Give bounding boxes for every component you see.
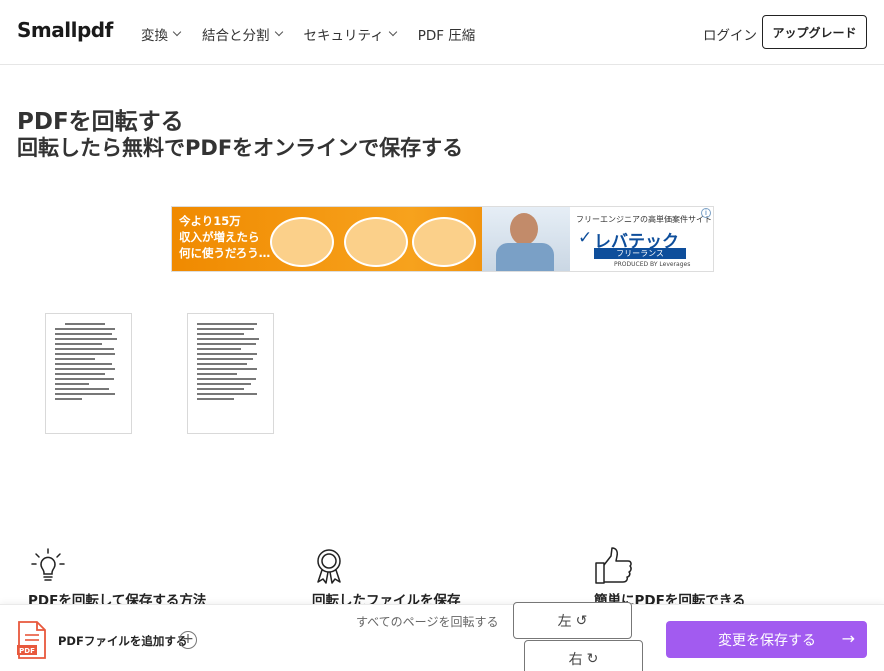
thumb-line — [197, 333, 244, 335]
bottom-action-bar: PDF PDFファイルを追加する + すべてのページを回転する 左 ↺ 右 ↻ … — [0, 602, 884, 671]
person-body — [496, 243, 554, 271]
page-subtitle: 回転したら無料でPDFをオンラインで保存する — [17, 136, 464, 160]
thumb-line — [55, 368, 116, 370]
nav-merge-split[interactable]: 結合と分割 — [202, 24, 283, 44]
rotate-right-label: 右 — [568, 651, 583, 668]
chevron-down-icon — [388, 27, 397, 37]
nav-merge-split-label: 結合と分割 — [202, 28, 270, 44]
thumb-line — [197, 398, 234, 400]
ad-image-left: 今より15万 収入が増えたら 何に使うだろう… — [172, 207, 570, 271]
thumb-line — [55, 383, 89, 385]
rotate-all-label: すべてのページを回転する — [356, 615, 499, 629]
thumb-line — [197, 378, 256, 380]
pdf-file-icon: PDF — [17, 621, 46, 659]
svg-text:PDF: PDF — [19, 647, 35, 655]
rotate-left-label: 左 — [557, 613, 572, 630]
ad-text-line1: 今より15万 — [179, 214, 241, 228]
ad-person-photo — [482, 207, 570, 271]
thumb-line — [197, 323, 258, 325]
thumb-line — [197, 338, 259, 340]
feature-how-to: PDFを回転して保存する方法 — [28, 546, 206, 609]
thumb-line — [55, 338, 117, 340]
ad-banner[interactable]: 今より15万 収入が増えたら 何に使うだろう… フリーエンジニアの高単価案件サイ… — [171, 206, 714, 272]
feature-save: 回転したファイルを保存 — [312, 546, 461, 609]
thumb-line — [55, 353, 116, 355]
nav-convert-label: 変換 — [141, 28, 168, 44]
thumb-line — [197, 328, 254, 330]
person-head — [510, 213, 538, 245]
thumbs-up-icon — [595, 547, 632, 584]
chevron-down-icon — [172, 27, 182, 37]
rotate-right-button[interactable]: 右 ↻ — [524, 640, 643, 671]
thumb-line — [197, 373, 238, 375]
thumb-line — [197, 383, 251, 385]
thumb-line — [55, 398, 82, 400]
thumb-line — [55, 333, 112, 335]
thumb-line — [55, 393, 116, 395]
award-ribbon-icon — [317, 549, 341, 584]
ad-brand-panel: フリーエンジニアの高単価案件サイト ✓ レバテック フリーランス PRODUCE… — [570, 207, 713, 271]
thumb-line — [197, 358, 254, 360]
thumb-line — [55, 378, 114, 380]
thumb-line — [197, 348, 241, 350]
upgrade-button[interactable]: アップグレード — [762, 15, 867, 49]
feature-easy: 簡単にPDFを回転できる — [594, 546, 746, 609]
watch-cloud-icon — [412, 217, 476, 267]
chevron-down-icon — [274, 27, 283, 37]
main-nav: 変換 結合と分割 セキュリティ PDF 圧縮 — [141, 24, 475, 44]
save-changes-label: 変更を保存する — [718, 632, 816, 649]
thumb-line — [197, 363, 248, 365]
thumb-line — [55, 358, 96, 360]
thumb-line — [55, 328, 116, 330]
thumb-line — [197, 368, 258, 370]
ad-brand-sub: フリーランス — [594, 248, 686, 259]
nav-security[interactable]: セキュリティ — [303, 24, 397, 44]
nav-compress[interactable]: PDF 圧縮 — [418, 24, 476, 44]
plus-circle-icon[interactable]: + — [179, 631, 197, 649]
nav-convert[interactable]: 変換 — [141, 24, 182, 44]
nav-security-label: セキュリティ — [303, 28, 384, 44]
airplane-cloud-icon — [270, 217, 334, 267]
rotate-ccw-icon: ↺ — [575, 612, 588, 629]
add-pdf-link[interactable]: PDFファイルを追加する — [58, 633, 187, 649]
thumb-line — [197, 393, 258, 395]
ad-text-line2: 収入が増えたら — [179, 230, 260, 244]
header: Smallpdf 変換 結合と分割 セキュリティ PDF 圧縮 ログイン アップ… — [0, 0, 884, 65]
arrow-right-icon: → — [841, 629, 855, 648]
page-thumbnail-2[interactable] — [187, 313, 274, 434]
ad-tagline: フリーエンジニアの高単価案件サイト — [576, 215, 712, 224]
lightbulb-icon — [31, 548, 65, 581]
ad-info-icon[interactable]: i — [701, 208, 711, 218]
thumb-line — [65, 323, 106, 325]
check-icon: ✓ — [578, 228, 593, 248]
save-changes-button[interactable]: 変更を保存する → — [666, 621, 867, 658]
laptop-cloud-icon — [344, 217, 408, 267]
smallpdf-logo[interactable]: Smallpdf — [17, 18, 113, 42]
login-link[interactable]: ログイン — [703, 24, 757, 44]
thumb-line — [197, 343, 256, 345]
thumb-line — [55, 363, 112, 365]
thumb-line — [197, 388, 244, 390]
page-thumbnail-1[interactable] — [45, 313, 132, 434]
ad-text: 今より15万 収入が増えたら 何に使うだろう… — [179, 213, 270, 261]
ad-produced-by: PRODUCED BY Leverages — [614, 261, 691, 268]
rotate-left-button[interactable]: 左 ↺ — [513, 602, 632, 639]
thumb-line — [55, 343, 102, 345]
thumb-line — [55, 388, 109, 390]
thumb-line — [55, 373, 106, 375]
ad-text-line3: 何に使うだろう… — [179, 246, 271, 260]
page-title: PDFを回転する — [17, 109, 184, 135]
thumb-line — [55, 348, 114, 350]
rotate-cw-icon: ↻ — [586, 650, 599, 667]
thumb-line — [197, 353, 258, 355]
nav-compress-label: PDF 圧縮 — [417, 28, 476, 44]
